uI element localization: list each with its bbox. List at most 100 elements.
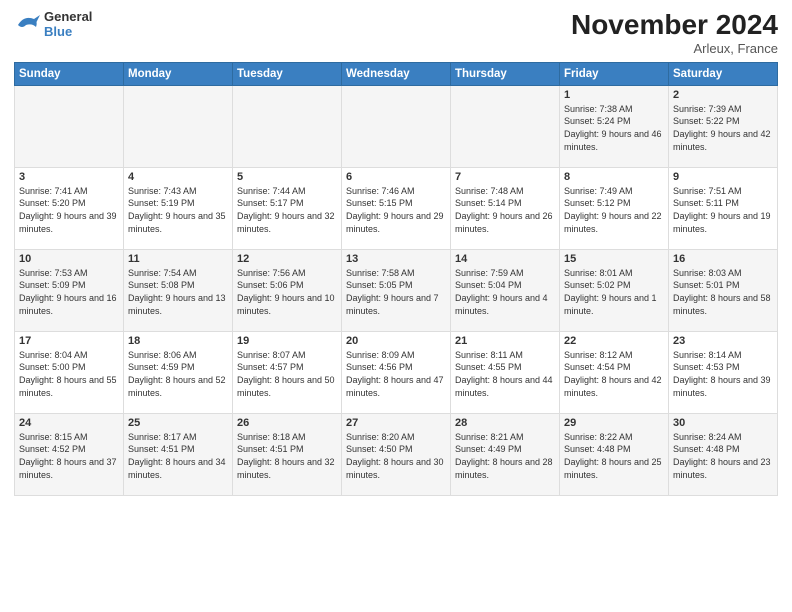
table-row: 10 Sunrise: 7:53 AM Sunset: 5:09 PM Dayli… (15, 249, 124, 331)
day-info: Sunrise: 8:18 AM Sunset: 4:51 PM Dayligh… (237, 431, 337, 481)
day-number: 16 (673, 253, 773, 265)
month-year-title: November 2024 (571, 10, 778, 41)
day-number: 7 (455, 171, 555, 183)
logo-bird-icon (14, 11, 40, 39)
day-info: Sunrise: 8:24 AM Sunset: 4:48 PM Dayligh… (673, 431, 773, 481)
table-row: 29 Sunrise: 8:22 AM Sunset: 4:48 PM Dayli… (560, 413, 669, 495)
table-row: 14Sunrise: 7:59 AM Sunset: 5:04 PM Dayli… (451, 249, 560, 331)
day-number: 3 (19, 171, 119, 183)
day-number: 5 (237, 171, 337, 183)
table-row: 4 Sunrise: 7:43 AM Sunset: 5:19 PM Daylig… (124, 167, 233, 249)
day-info: Sunrise: 7:54 AM Sunset: 5:08 PM Dayligh… (128, 267, 228, 317)
day-number: 23 (673, 335, 773, 347)
day-number: 10 (19, 253, 119, 265)
day-number: 30 (673, 417, 773, 429)
table-row: 16 Sunrise: 8:03 AM Sunset: 5:01 PM Dayli… (669, 249, 778, 331)
day-info: Sunrise: 7:43 AM Sunset: 5:19 PM Dayligh… (128, 185, 228, 235)
day-number: 8 (564, 171, 664, 183)
day-info: Sunrise: 8:15 AM Sunset: 4:52 PM Dayligh… (19, 431, 119, 481)
table-row: 17 Sunrise: 8:04 AM Sunset: 5:00 PM Dayli… (15, 331, 124, 413)
table-row: 28 Sunrise: 8:21 AM Sunset: 4:49 PM Dayli… (451, 413, 560, 495)
table-row (342, 85, 451, 167)
day-number: 2 (673, 89, 773, 101)
day-info: Sunrise: 7:41 AM Sunset: 5:20 PM Dayligh… (19, 185, 119, 235)
day-info: Sunrise: 7:48 AM Sunset: 5:14 PM Dayligh… (455, 185, 555, 235)
day-info: Sunrise: 8:17 AM Sunset: 4:51 PM Dayligh… (128, 431, 228, 481)
day-number: 4 (128, 171, 228, 183)
calendar-week-5: 24Sunrise: 8:15 AM Sunset: 4:52 PM Dayli… (15, 413, 778, 495)
calendar-week-4: 17 Sunrise: 8:04 AM Sunset: 5:00 PM Dayli… (15, 331, 778, 413)
day-number: 25 (128, 417, 228, 429)
col-saturday: Saturday (669, 62, 778, 85)
day-number: 18 (128, 335, 228, 347)
page: General Blue November 2024 Arleux, Franc… (0, 0, 792, 612)
table-row (15, 85, 124, 167)
day-number: 28 (455, 417, 555, 429)
day-number: 26 (237, 417, 337, 429)
day-number: 21 (455, 335, 555, 347)
day-info: Sunrise: 8:22 AM Sunset: 4:48 PM Dayligh… (564, 431, 664, 481)
day-info: Sunrise: 7:53 AM Sunset: 5:09 PM Dayligh… (19, 267, 119, 317)
day-info: Sunrise: 7:38 AM Sunset: 5:24 PM Dayligh… (564, 103, 664, 153)
table-row: 11 Sunrise: 7:54 AM Sunset: 5:08 PM Dayli… (124, 249, 233, 331)
day-info: Sunrise: 7:39 AM Sunset: 5:22 PM Dayligh… (673, 103, 773, 153)
day-number: 19 (237, 335, 337, 347)
table-row: 3 Sunrise: 7:41 AM Sunset: 5:20 PM Daylig… (15, 167, 124, 249)
day-number: 29 (564, 417, 664, 429)
table-row: 15Sunrise: 8:01 AM Sunset: 5:02 PM Dayli… (560, 249, 669, 331)
day-info: Sunrise: 8:14 AM Sunset: 4:53 PM Dayligh… (673, 349, 773, 399)
table-row: 20 Sunrise: 8:09 AM Sunset: 4:56 PM Dayli… (342, 331, 451, 413)
day-info: Sunrise: 7:58 AM Sunset: 5:05 PM Dayligh… (346, 267, 446, 317)
table-row (233, 85, 342, 167)
table-row: 12Sunrise: 7:56 AM Sunset: 5:06 PM Dayli… (233, 249, 342, 331)
day-info: Sunrise: 7:44 AM Sunset: 5:17 PM Dayligh… (237, 185, 337, 235)
day-number: 9 (673, 171, 773, 183)
day-info: Sunrise: 7:49 AM Sunset: 5:12 PM Dayligh… (564, 185, 664, 235)
table-row: 27 Sunrise: 8:20 AM Sunset: 4:50 PM Dayli… (342, 413, 451, 495)
table-row: 23 Sunrise: 8:14 AM Sunset: 4:53 PM Dayli… (669, 331, 778, 413)
day-number: 17 (19, 335, 119, 347)
day-info: Sunrise: 8:20 AM Sunset: 4:50 PM Dayligh… (346, 431, 446, 481)
calendar-table: Sunday Monday Tuesday Wednesday Thursday… (14, 62, 778, 496)
table-row: 30 Sunrise: 8:24 AM Sunset: 4:48 PM Dayli… (669, 413, 778, 495)
day-number: 13 (346, 253, 446, 265)
day-number: 6 (346, 171, 446, 183)
day-info: Sunrise: 8:12 AM Sunset: 4:54 PM Dayligh… (564, 349, 664, 399)
day-info: Sunrise: 8:09 AM Sunset: 4:56 PM Dayligh… (346, 349, 446, 399)
table-row: 13 Sunrise: 7:58 AM Sunset: 5:05 PM Dayli… (342, 249, 451, 331)
day-number: 27 (346, 417, 446, 429)
col-wednesday: Wednesday (342, 62, 451, 85)
table-row (124, 85, 233, 167)
day-number: 15 (564, 253, 664, 265)
table-row: 1 Sunrise: 7:38 AM Sunset: 5:24 PM Daylig… (560, 85, 669, 167)
table-row: 9 Sunrise: 7:51 AM Sunset: 5:11 PM Daylig… (669, 167, 778, 249)
day-info: Sunrise: 7:51 AM Sunset: 5:11 PM Dayligh… (673, 185, 773, 235)
table-row: 24Sunrise: 8:15 AM Sunset: 4:52 PM Dayli… (15, 413, 124, 495)
header: General Blue November 2024 Arleux, Franc… (14, 10, 778, 56)
day-info: Sunrise: 8:07 AM Sunset: 4:57 PM Dayligh… (237, 349, 337, 399)
col-friday: Friday (560, 62, 669, 85)
table-row: 18Sunrise: 8:06 AM Sunset: 4:59 PM Dayli… (124, 331, 233, 413)
day-info: Sunrise: 7:59 AM Sunset: 5:04 PM Dayligh… (455, 267, 555, 317)
day-info: Sunrise: 8:21 AM Sunset: 4:49 PM Dayligh… (455, 431, 555, 481)
day-info: Sunrise: 7:56 AM Sunset: 5:06 PM Dayligh… (237, 267, 337, 317)
table-row: 21Sunrise: 8:11 AM Sunset: 4:55 PM Dayli… (451, 331, 560, 413)
day-info: Sunrise: 8:04 AM Sunset: 5:00 PM Dayligh… (19, 349, 119, 399)
day-number: 22 (564, 335, 664, 347)
table-row (451, 85, 560, 167)
table-row: 8 Sunrise: 7:49 AM Sunset: 5:12 PM Daylig… (560, 167, 669, 249)
col-tuesday: Tuesday (233, 62, 342, 85)
day-info: Sunrise: 8:03 AM Sunset: 5:01 PM Dayligh… (673, 267, 773, 317)
day-number: 1 (564, 89, 664, 101)
day-number: 11 (128, 253, 228, 265)
table-row: 5 Sunrise: 7:44 AM Sunset: 5:17 PM Daylig… (233, 167, 342, 249)
day-info: Sunrise: 7:46 AM Sunset: 5:15 PM Dayligh… (346, 185, 446, 235)
col-sunday: Sunday (15, 62, 124, 85)
col-monday: Monday (124, 62, 233, 85)
title-block: November 2024 Arleux, France (571, 10, 778, 56)
day-number: 20 (346, 335, 446, 347)
logo-general: General (44, 10, 92, 25)
table-row: 19 Sunrise: 8:07 AM Sunset: 4:57 PM Dayli… (233, 331, 342, 413)
table-row: 25 Sunrise: 8:17 AM Sunset: 4:51 PM Dayli… (124, 413, 233, 495)
table-row: 7 Sunrise: 7:48 AM Sunset: 5:14 PM Daylig… (451, 167, 560, 249)
